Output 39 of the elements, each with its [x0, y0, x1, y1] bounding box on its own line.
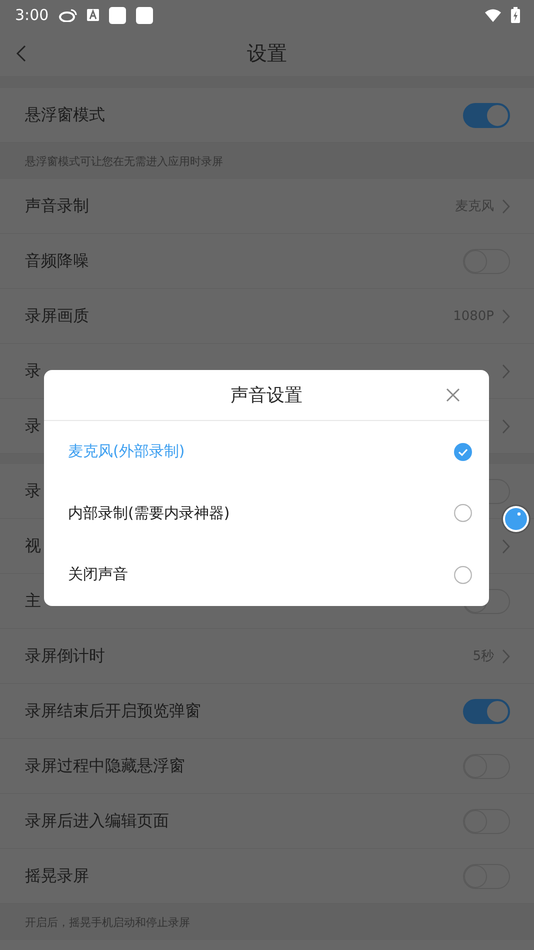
setting-label: 摇晃录屏	[25, 866, 90, 886]
chevron-right-icon	[502, 308, 510, 324]
setting-label: 声音录制	[25, 196, 90, 216]
setting-label: 录	[25, 360, 42, 382]
notification-icon	[136, 6, 153, 24]
setting-label: 录屏后进入编辑页面	[25, 810, 170, 832]
wifi-icon	[485, 8, 501, 22]
weibo-icon	[58, 8, 77, 22]
setting-label: 录屏倒计时	[25, 646, 106, 666]
toggle-switch[interactable]	[463, 698, 510, 724]
close-icon[interactable]	[446, 388, 460, 402]
setting-label: 录屏结束后开启预览弹窗	[25, 700, 202, 722]
chevron-right-icon	[502, 198, 510, 214]
app-icon	[86, 9, 99, 21]
radio-icon[interactable]	[454, 504, 472, 522]
toggle-switch[interactable]	[463, 102, 510, 128]
radio-icon[interactable]	[454, 566, 472, 584]
sound-option[interactable]: 关闭声音	[44, 544, 489, 606]
setting-label: 音频降噪	[25, 250, 90, 272]
setting-label: 悬浮窗模式	[25, 104, 106, 126]
sound-option[interactable]: 内部录制(需要内录神器)	[44, 482, 489, 544]
notification-icon	[108, 6, 126, 24]
chevron-right-icon	[502, 364, 510, 378]
floating-ball-icon[interactable]	[501, 504, 531, 534]
back-icon[interactable]	[16, 45, 26, 62]
battery-icon	[511, 7, 520, 23]
chevron-right-icon	[502, 538, 510, 554]
radio-checked-icon[interactable]	[454, 442, 472, 461]
setting-label: 主	[25, 590, 42, 612]
setting-label: 录屏过程中隐藏悬浮窗	[25, 756, 186, 776]
dialog-title: 声音设置	[230, 384, 302, 407]
setting-label: 录	[25, 480, 42, 502]
status-time: 3:00	[15, 6, 49, 24]
chevron-right-icon	[502, 648, 510, 664]
chevron-right-icon	[502, 418, 510, 434]
page-title: 设置	[247, 40, 287, 66]
setting-label: 录屏画质	[25, 306, 90, 326]
setting-label: 视	[25, 536, 42, 556]
setting-label: 录	[25, 416, 42, 436]
